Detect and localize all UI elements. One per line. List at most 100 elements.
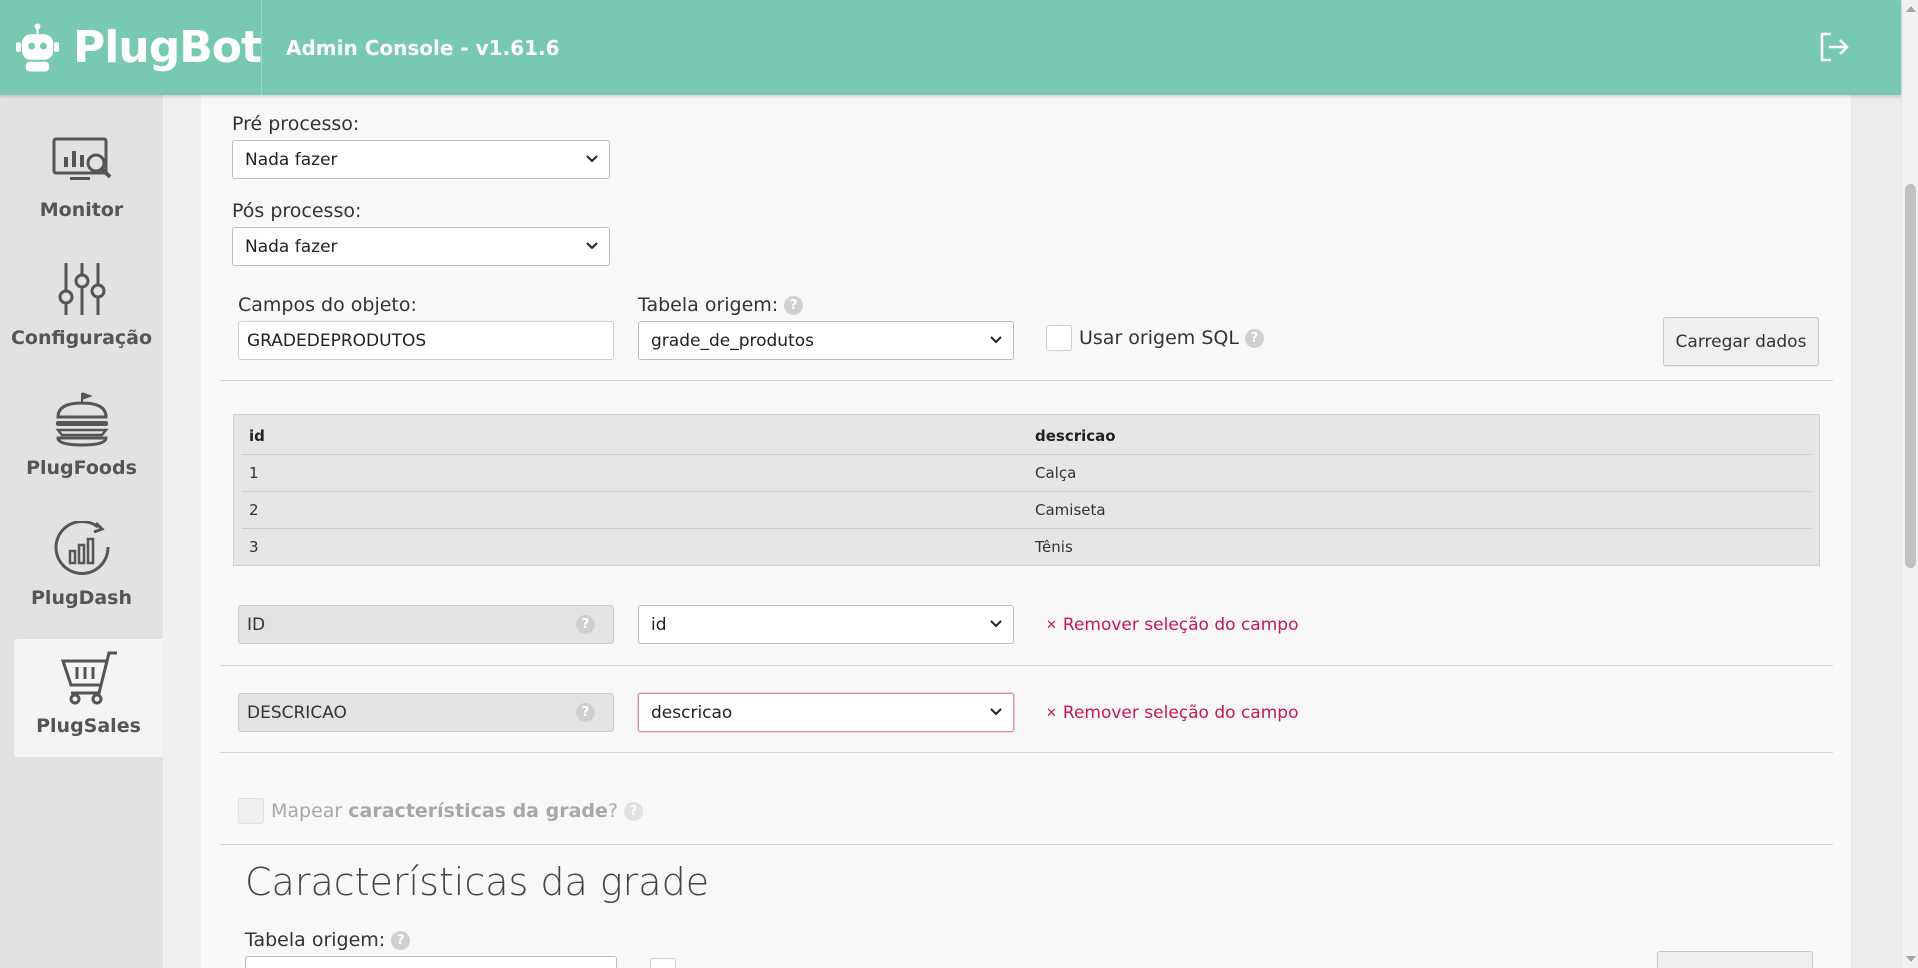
sidebar-item-configuracao[interactable]: Configuração bbox=[0, 261, 163, 349]
page-scrollbar[interactable] bbox=[1901, 0, 1918, 968]
robot-icon bbox=[16, 23, 60, 71]
pre-process-select[interactable]: Nada fazer bbox=[232, 140, 610, 179]
object-fields-value: GRADEDEPRODUTOS bbox=[247, 330, 427, 351]
help-icon[interactable]: ? bbox=[784, 295, 804, 315]
mapping-select-value: id bbox=[651, 614, 667, 635]
chevron-down-icon bbox=[586, 155, 598, 163]
load-data-button[interactable]: Carregar dados bbox=[1663, 317, 1819, 366]
chevron-down-icon bbox=[990, 708, 1002, 716]
help-icon[interactable]: ? bbox=[576, 615, 595, 634]
cell-descricao: Camiseta bbox=[1035, 501, 1106, 519]
post-process-label: Pós processo: bbox=[232, 200, 361, 222]
source-table-value: grade_de_produtos bbox=[651, 330, 814, 351]
pre-process-label-text: Pré processo: bbox=[232, 113, 360, 135]
map-grid-characteristics-label: Mapear características da grade ? ? bbox=[271, 798, 643, 824]
sidebar-item-label: PlugFoods bbox=[26, 457, 137, 479]
close-icon: ✕ bbox=[1046, 705, 1057, 721]
cell-id: 3 bbox=[249, 538, 259, 556]
sidebar-item-monitor[interactable]: Monitor bbox=[0, 133, 163, 221]
cell-id: 1 bbox=[249, 464, 259, 482]
remove-selection-link-id[interactable]: ✕ Remover seleção do campo bbox=[1046, 613, 1298, 637]
section-title: Características da grade bbox=[245, 860, 710, 904]
pre-process-label: Pré processo: bbox=[232, 113, 359, 135]
map-grid-characteristics-checkbox[interactable] bbox=[238, 798, 264, 824]
top-header: PlugBot Admin Console - v1.61.6 bbox=[0, 0, 1901, 95]
help-icon[interactable]: ? bbox=[391, 930, 411, 950]
divider bbox=[220, 752, 1833, 753]
help-icon[interactable]: ? bbox=[576, 703, 595, 722]
mapping-field-name: ID bbox=[247, 614, 266, 635]
chevron-down-icon bbox=[586, 242, 598, 250]
column-header-descricao: descricao bbox=[1035, 426, 1116, 445]
grid-source-table-select[interactable] bbox=[245, 956, 617, 968]
brand-logo[interactable]: PlugBot bbox=[0, 0, 262, 95]
post-process-value: Nada fazer bbox=[245, 236, 338, 257]
divider bbox=[220, 844, 1833, 845]
sidebar-item-label: Configuração bbox=[10, 327, 153, 349]
main-content: Pré processo: Nada fazer Pós processo: N… bbox=[201, 95, 1851, 968]
console-title: Admin Console - v1.61.6 bbox=[286, 35, 560, 60]
pre-process-value: Nada fazer bbox=[245, 149, 338, 170]
source-table-label-text: Tabela origem: bbox=[638, 294, 779, 316]
use-sql-checkbox[interactable] bbox=[1046, 325, 1072, 351]
object-fields-input[interactable]: GRADEDEPRODUTOS bbox=[238, 321, 614, 360]
table-row[interactable]: 3 Tênis bbox=[242, 528, 1811, 565]
table-row[interactable]: 2 Camiseta bbox=[242, 491, 1811, 528]
sliders-icon bbox=[58, 263, 105, 315]
mapping-select-value: descricao bbox=[651, 702, 733, 723]
help-icon[interactable]: ? bbox=[1244, 328, 1264, 348]
use-sql-label: Usar origem SQL ? bbox=[1079, 325, 1264, 351]
data-table: id descricao 1 Calça 2 Camiseta 3 Tênis bbox=[233, 414, 1820, 566]
grid-load-data-button[interactable] bbox=[1657, 951, 1813, 968]
burger-icon bbox=[54, 392, 109, 447]
sidebar-item-plugdash[interactable]: PlugDash bbox=[0, 521, 163, 609]
scroll-up-icon[interactable] bbox=[1906, 6, 1916, 12]
table-row[interactable]: 1 Calça bbox=[242, 454, 1811, 491]
logout-icon[interactable] bbox=[1817, 30, 1851, 64]
map-grid-label-prefix: Mapear bbox=[271, 800, 349, 822]
content-gutter bbox=[163, 95, 201, 968]
sidebar-item-label: PlugDash bbox=[31, 587, 132, 609]
table-header-row: id descricao bbox=[242, 417, 1811, 454]
source-table-select[interactable]: grade_de_produtos bbox=[638, 321, 1014, 360]
shopping-cart-icon bbox=[60, 651, 117, 705]
help-icon[interactable]: ? bbox=[624, 801, 643, 821]
remove-selection-text: Remover seleção do campo bbox=[1062, 615, 1299, 635]
scrollbar-thumb[interactable] bbox=[1905, 184, 1916, 568]
monitor-chart-icon bbox=[52, 137, 111, 180]
dashboard-chart-icon bbox=[54, 521, 110, 575]
cell-id: 2 bbox=[249, 501, 259, 519]
post-process-select[interactable]: Nada fazer bbox=[232, 227, 610, 266]
map-grid-label-bold: características da grade bbox=[348, 800, 608, 822]
remove-selection-text: Remover seleção do campo bbox=[1062, 703, 1299, 723]
cell-descricao: Tênis bbox=[1035, 538, 1073, 556]
object-fields-label: Campos do objeto: bbox=[238, 294, 417, 316]
object-fields-label-text: Campos do objeto: bbox=[238, 294, 417, 316]
brand-name: PlugBot bbox=[73, 22, 262, 73]
use-sql-label-text: Usar origem SQL bbox=[1079, 327, 1239, 349]
source-table-label: Tabela origem: ? bbox=[638, 294, 804, 316]
scroll-down-icon[interactable] bbox=[1906, 956, 1916, 962]
mapping-field-id: ID ? bbox=[238, 605, 614, 644]
grid-source-table-label-text: Tabela origem: bbox=[245, 929, 386, 951]
chevron-down-icon bbox=[990, 620, 1002, 628]
sidebar-item-plugfoods[interactable]: PlugFoods bbox=[0, 391, 163, 479]
map-grid-label-suffix: ? bbox=[607, 800, 618, 822]
mapping-select-id[interactable]: id bbox=[638, 605, 1014, 644]
mapping-field-descricao: DESCRICAO ? bbox=[238, 693, 614, 732]
remove-selection-link-descricao[interactable]: ✕ Remover seleção do campo bbox=[1046, 701, 1298, 725]
sidebar-item-plugsales[interactable]: PlugSales bbox=[14, 639, 163, 757]
close-icon: ✕ bbox=[1046, 617, 1057, 633]
cell-descricao: Calça bbox=[1035, 464, 1077, 482]
mapping-select-descricao[interactable]: descricao bbox=[638, 693, 1014, 732]
chevron-down-icon bbox=[990, 336, 1002, 344]
grid-source-table-label: Tabela origem: ? bbox=[245, 929, 411, 951]
divider bbox=[220, 665, 1833, 666]
sidebar-item-label: Monitor bbox=[39, 199, 124, 221]
divider bbox=[220, 380, 1833, 381]
sidebar-item-label: PlugSales bbox=[36, 715, 141, 737]
sidebar: Monitor Configuração PlugFoods PlugDash bbox=[0, 95, 163, 968]
post-process-label-text: Pós processo: bbox=[232, 200, 362, 222]
mapping-field-name: DESCRICAO bbox=[247, 702, 347, 723]
grid-use-sql-checkbox[interactable] bbox=[650, 958, 676, 968]
